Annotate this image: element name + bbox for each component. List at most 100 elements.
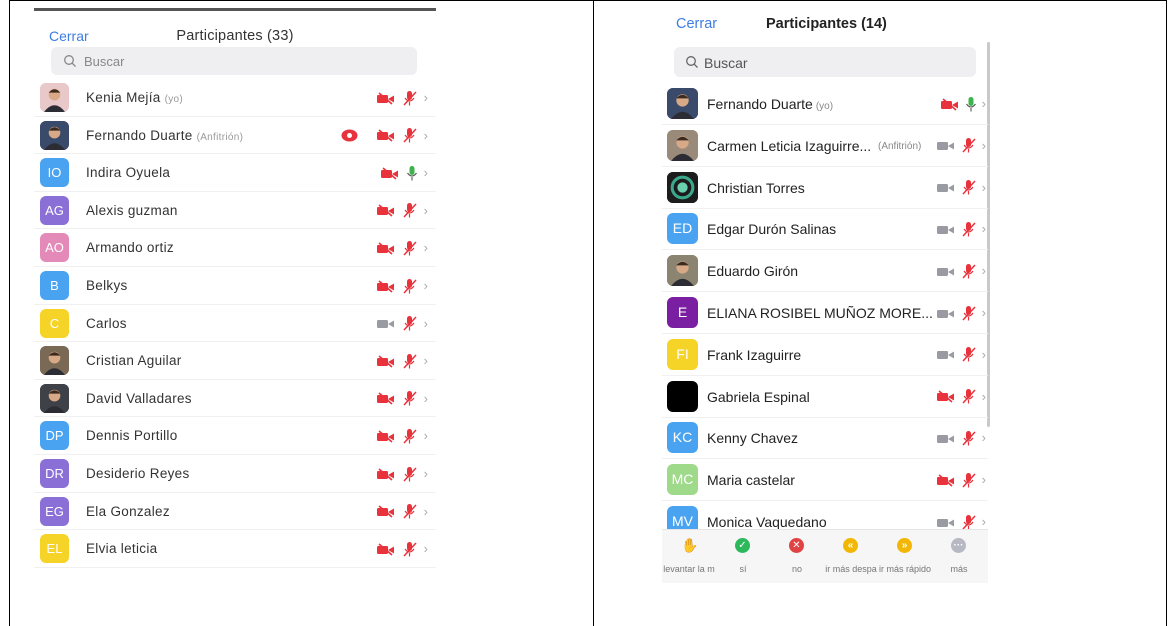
chevron-right-icon[interactable]: › xyxy=(424,166,428,180)
reaction-button-raise-hand[interactable]: ✋ levantar la m xyxy=(662,530,716,584)
participant-row[interactable]: MC Maria castelar › xyxy=(662,459,988,502)
participant-row[interactable]: ED Edgar Durón Salinas › xyxy=(662,208,988,251)
participant-row[interactable]: Christian Torres › xyxy=(662,167,988,209)
participant-row[interactable]: AG Alexis guzman › xyxy=(34,192,436,230)
participant-row[interactable]: Gabriela Espinal › xyxy=(662,376,988,418)
chevron-right-icon[interactable]: › xyxy=(982,180,986,195)
participant-name-text: Elvia leticia xyxy=(86,541,158,557)
reaction-label: sí xyxy=(739,564,747,574)
participant-row[interactable]: AO Armando ortiz › xyxy=(34,229,436,267)
chevron-right-icon[interactable]: › xyxy=(982,97,986,111)
search-icon xyxy=(686,56,698,68)
microphone-muted-icon xyxy=(403,90,417,106)
avatar xyxy=(40,83,69,112)
participant-row[interactable]: Fernando Duarte (Anfitrión) › xyxy=(34,117,436,155)
close-button[interactable]: Cerrar xyxy=(676,16,717,32)
reaction-button-check[interactable]: ✓ sí xyxy=(716,530,770,584)
chevron-right-icon[interactable]: › xyxy=(424,316,428,331)
participant-name-text: Christian Torres xyxy=(707,179,805,196)
participant-status-icons: › xyxy=(376,89,428,107)
chevron-right-icon[interactable]: › xyxy=(424,279,428,293)
video-off-icon xyxy=(936,474,954,487)
search-input[interactable]: Buscar xyxy=(51,47,417,75)
participant-row[interactable]: EG Ela Gonzalez › xyxy=(34,493,436,531)
video-off-icon xyxy=(376,467,394,481)
avatar: C xyxy=(40,308,69,338)
avatar: MC xyxy=(667,464,698,496)
participant-row[interactable]: David Valladares › xyxy=(34,380,436,418)
participant-name: Carmen Leticia Izaguirre... xyxy=(707,138,871,154)
participant-row[interactable]: Cristian Aguilar › xyxy=(34,342,436,380)
chevron-right-icon[interactable]: › xyxy=(424,91,428,105)
rewind-icon: « xyxy=(843,538,858,553)
participant-name-text: Desiderio Reyes xyxy=(86,466,190,481)
participant-name: Kenia Mejía (yo) xyxy=(86,90,183,105)
chevron-right-icon[interactable]: › xyxy=(982,347,986,362)
microphone-muted-icon xyxy=(403,391,417,406)
chevron-right-icon[interactable]: › xyxy=(982,264,986,278)
chevron-right-icon[interactable]: › xyxy=(982,431,986,445)
reaction-button-x[interactable]: ✕ no xyxy=(770,530,824,584)
chevron-right-icon[interactable]: › xyxy=(424,128,428,143)
participant-row[interactable]: Eduardo Girón › xyxy=(662,250,988,293)
participant-row[interactable]: E ELIANA ROSIBEL MUÑOZ MORE... › xyxy=(662,292,988,334)
chevron-right-icon[interactable]: › xyxy=(982,515,986,529)
participant-name: Belkys xyxy=(86,278,128,293)
avatar xyxy=(667,380,698,412)
chevron-right-icon[interactable]: › xyxy=(424,203,428,218)
avatar: EG xyxy=(40,496,69,526)
participant-status-icons: › xyxy=(940,95,986,113)
participant-role-tag: (Anfitrión) xyxy=(196,131,244,143)
chevron-right-icon[interactable]: › xyxy=(424,241,428,255)
participant-status-icons: › xyxy=(936,179,986,197)
participant-name-text: Gabriela Espinal xyxy=(707,388,810,405)
participant-name: Elvia leticia xyxy=(86,541,157,556)
participant-row[interactable]: Carmen Leticia Izaguirre... (Anfitrión) › xyxy=(662,125,988,167)
participant-row[interactable]: DP Dennis Portillo › xyxy=(34,417,436,455)
participant-name-text: Carlos xyxy=(86,315,127,331)
chevron-right-icon[interactable]: › xyxy=(424,542,428,556)
microphone-muted-icon xyxy=(962,347,976,362)
avatar xyxy=(40,346,69,376)
chevron-right-icon[interactable]: › xyxy=(424,354,428,368)
participant-row[interactable]: B Belkys › xyxy=(34,267,436,305)
search-placeholder: Buscar xyxy=(84,54,125,69)
participant-status-icons: › xyxy=(376,202,428,220)
raise-hand-icon: ✋ xyxy=(681,537,699,553)
participant-status-icons: › xyxy=(380,164,428,182)
participant-row[interactable]: DR Desiderio Reyes › xyxy=(34,455,436,493)
chevron-right-icon[interactable]: › xyxy=(424,391,428,406)
chevron-right-icon[interactable]: › xyxy=(982,389,986,404)
participant-row[interactable]: IO Indira Oyuela › xyxy=(34,154,436,192)
chevron-right-icon[interactable]: › xyxy=(982,306,986,320)
microphone-muted-icon xyxy=(962,430,976,446)
reaction-button-rewind[interactable]: « ir más despa xyxy=(824,530,878,584)
microphone-icon xyxy=(965,96,976,111)
video-off-icon xyxy=(376,279,394,293)
search-input[interactable]: Buscar xyxy=(674,47,976,77)
fast-forward-icon: » xyxy=(897,538,912,553)
search-icon xyxy=(64,55,76,67)
participant-row[interactable]: FI Frank Izaguirre › xyxy=(662,334,988,376)
chevron-right-icon[interactable]: › xyxy=(982,138,986,153)
chevron-right-icon[interactable]: › xyxy=(424,504,428,519)
participant-row[interactable]: EL Elvia leticia › xyxy=(34,530,436,568)
participant-row[interactable]: Kenia Mejía (yo) › xyxy=(34,79,436,117)
participant-name-text: ELIANA ROSIBEL MUÑOZ MORE... xyxy=(707,305,933,321)
avatar: AG xyxy=(40,195,69,225)
participant-name-text: Indira Oyuela xyxy=(86,165,171,181)
avatar: DR xyxy=(40,459,69,488)
participant-name: ELIANA ROSIBEL MUÑOZ MORE... xyxy=(707,305,933,321)
reaction-button-fast-forward[interactable]: » ir más rápido xyxy=(878,530,932,584)
participant-row[interactable]: C Carlos › xyxy=(34,305,436,343)
chevron-right-icon[interactable]: › xyxy=(424,467,428,481)
chevron-right-icon[interactable]: › xyxy=(982,473,986,487)
reaction-button-more[interactable]: ··· más xyxy=(932,530,986,584)
participant-row[interactable]: Fernando Duarte (yo) › xyxy=(662,83,988,125)
microphone-muted-icon xyxy=(962,221,976,237)
avatar xyxy=(667,255,698,287)
chevron-right-icon[interactable]: › xyxy=(982,222,986,236)
chevron-right-icon[interactable]: › xyxy=(424,429,428,443)
participant-name: Eduardo Girón xyxy=(707,263,798,279)
participant-row[interactable]: KC Kenny Chavez › xyxy=(662,417,988,460)
